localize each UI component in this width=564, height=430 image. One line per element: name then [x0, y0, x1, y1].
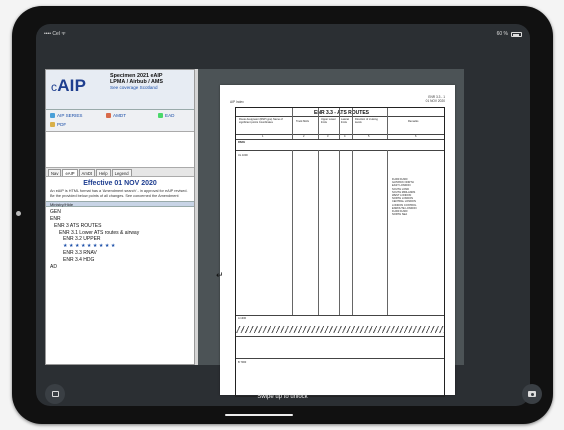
quicklink-ead[interactable]: EAD: [158, 113, 174, 118]
tree-item-enr[interactable]: ENR: [50, 216, 190, 223]
quicklink-amdt[interactable]: AMDT: [106, 113, 126, 118]
swipe-up-hint: Swipe up to unlock: [257, 394, 308, 400]
effective-note: An eAIP is HTML format has a 'Amendment …: [50, 189, 188, 198]
ats-routes-table: ENR 3.3 - ATS ROUTES Route designator (R…: [235, 107, 445, 397]
row-label-rnav: RNAV: [238, 141, 246, 144]
tab-nav[interactable]: Nav: [48, 169, 62, 176]
tree-item-enr31[interactable]: ENR 3.1 Lower ATS routes & airway: [50, 230, 190, 237]
col-header-remarks: Remarks: [408, 120, 419, 123]
battery-percent: 60 %: [496, 31, 508, 37]
status-battery: 60 %: [497, 31, 522, 37]
quicklink-aip-series[interactable]: AIP SERIES: [50, 113, 82, 118]
blank-area: [46, 132, 194, 167]
hatched-band: [236, 326, 444, 333]
document-page[interactable]: AIP Index ENR 3.3 - 1 01 NOV 2020 ENR 3.…: [220, 85, 455, 397]
coverage-link[interactable]: See coverage Scotland: [110, 85, 163, 91]
page-header-right: ENR 3.3 - 1 01 NOV 2020: [425, 95, 445, 103]
pdf-icon: [50, 122, 55, 127]
tree-item-enr33[interactable]: ENR 3.3 RNAV: [50, 250, 190, 257]
row-label-ul: UL 1000: [238, 154, 248, 157]
aip-icon: [50, 113, 55, 118]
quicklink-pdf[interactable]: PDF: [50, 122, 66, 127]
row-label-a: A 1300: [238, 317, 247, 320]
tree-item-gen[interactable]: GEN: [50, 209, 190, 216]
battery-icon: [511, 31, 522, 37]
header: cAIP Specimen 2021 eAIP LPMA / Airbub / …: [46, 70, 194, 110]
tab-bar: Nav eAIP AmDt Help Legend: [46, 167, 194, 177]
remarks-list: FL000 FL660 GATWICK NORTH EAST LONDON SO…: [392, 178, 417, 217]
navigation-tree: GEN ENR ENR 3 ATS ROUTES ENR 3.1 Lower A…: [46, 207, 194, 272]
header-info: Specimen 2021 eAIP LPMA / Airbub / AMS S…: [110, 73, 163, 91]
col-header-lateral: Lateral limits: [341, 118, 349, 125]
tablet-device: •••• Cel ᯤ 60 % cAIP Specimen 2021 eAIP …: [12, 6, 553, 424]
effective-date-title: Effective 01 NOV 2020: [83, 180, 157, 187]
col-header-route: Route designator (RNP type) Name of sign…: [239, 118, 283, 125]
col-header-direction: Direction of cruising levels: [355, 118, 378, 125]
col-header-limits: Upper Lower limits: [321, 118, 336, 125]
row-label-b: B 7000: [238, 361, 247, 364]
front-camera: [16, 211, 21, 216]
tab-legend[interactable]: Legend: [111, 169, 132, 176]
tree-item-enr32[interactable]: ENR 3.2 UPPER: [50, 236, 190, 243]
tab-amdt[interactable]: AmDt: [78, 169, 96, 176]
tree-item-ad[interactable]: AD: [50, 264, 190, 271]
eaip-navigation-panel: cAIP Specimen 2021 eAIP LPMA / Airbub / …: [45, 69, 195, 365]
tree-item-enr3[interactable]: ENR 3 ATS ROUTES: [50, 223, 190, 230]
eaip-logo[interactable]: cAIP: [51, 76, 86, 96]
amdt-icon: [106, 113, 111, 118]
col-header-track: Track MAG: [296, 120, 310, 123]
tab-eaip[interactable]: eAIP: [62, 169, 78, 176]
status-carrier: •••• Cel ᯤ: [44, 31, 66, 37]
quicklinks-bar: AIP SERIES AMDT PDF EAD: [46, 110, 194, 132]
home-indicator[interactable]: [225, 414, 293, 416]
page-header-left: AIP Index: [230, 100, 244, 104]
tab-help[interactable]: Help: [96, 169, 111, 176]
page-arrow-icon: ↵: [216, 270, 224, 280]
tree-item-highlight[interactable]: ★★★★★★★★★: [50, 243, 190, 250]
ead-icon: [158, 113, 163, 118]
tree-item-enr34[interactable]: ENR 3.4 HDG: [50, 257, 190, 264]
